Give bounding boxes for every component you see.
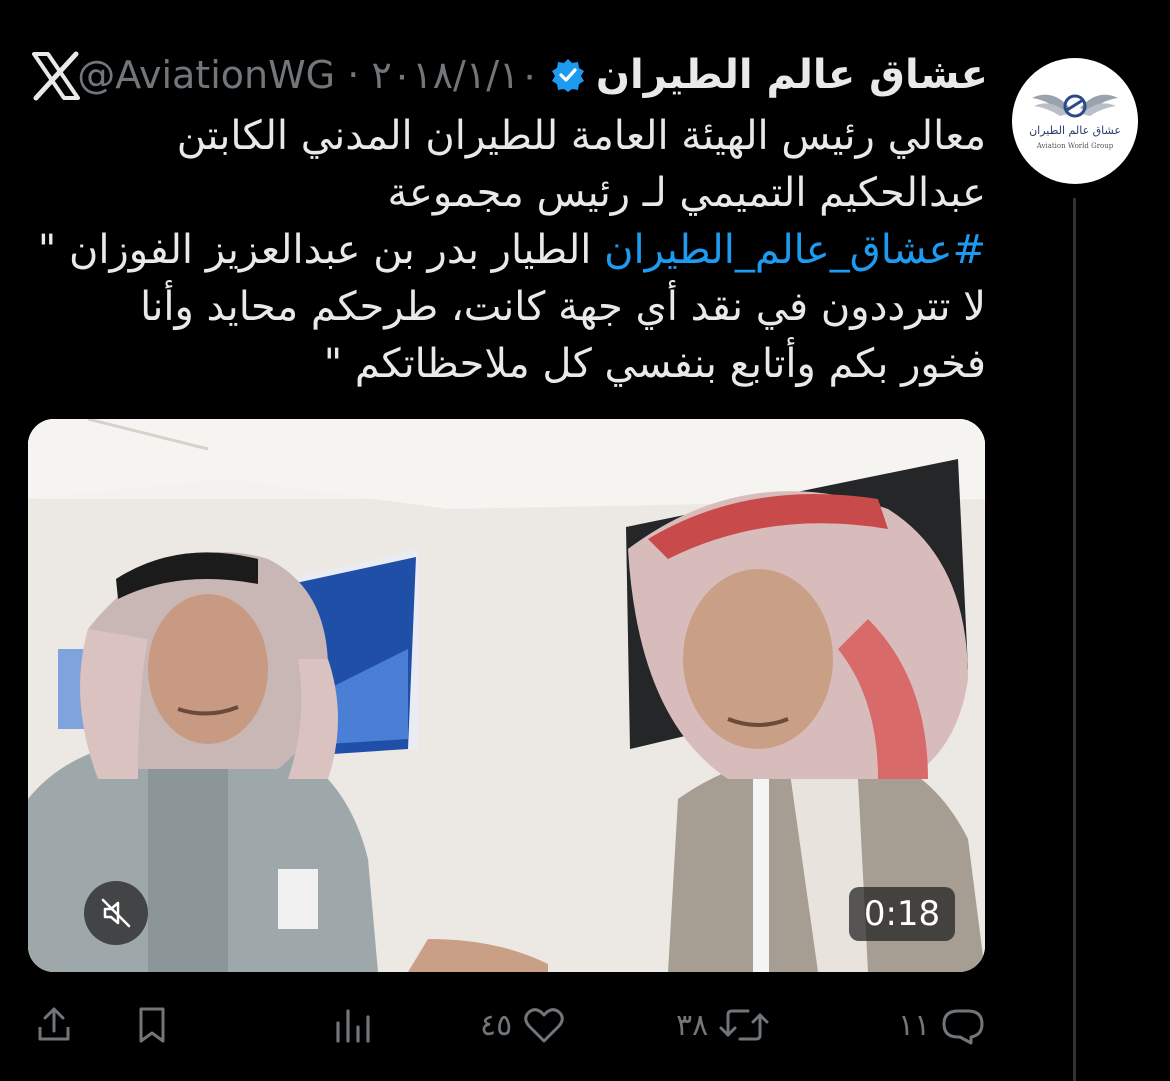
action-bar: ٤٥ ٣٨ ١١ (0, 1000, 1170, 1050)
analytics-icon (336, 1009, 370, 1043)
share-icon (38, 1007, 70, 1041)
tweet-line-rest: الطيار بدر بن عبدالعزيز الفوزان " (37, 227, 605, 273)
retweet-icon (719, 1009, 769, 1041)
thread-line (1073, 198, 1076, 1081)
reply-count: ١١ (898, 1007, 931, 1043)
retweet-button[interactable]: ٣٨ (676, 1000, 770, 1050)
author-name[interactable]: عشاق عالم الطيران (596, 52, 988, 98)
like-icon (524, 1008, 564, 1043)
retweet-count: ٣٨ (676, 1007, 709, 1043)
video-timer: 0:18 (849, 887, 955, 941)
video-player[interactable]: 0:18 (28, 419, 985, 972)
like-button[interactable]: ٤٥ (480, 1000, 566, 1050)
avatar-logo-text: عشاق عالم الطيران (1029, 124, 1121, 137)
handle-date: @AviationWG · ٢٠١٨/١/١٠ (77, 53, 540, 97)
analytics-button[interactable] (332, 1000, 372, 1050)
bookmark-icon (139, 1007, 165, 1043)
avatar-logo: عشاق عالم الطيران Aviation World Group (1029, 94, 1121, 150)
tweet-line: معالي رئيس الهيئة العامة للطيران المدني … (176, 113, 986, 159)
share-button[interactable] (34, 1000, 74, 1050)
tweet-line: لا تترددون في نقد أي جهة كانت، طرحكم محا… (140, 284, 986, 330)
reply-icon (942, 1009, 984, 1045)
verified-badge-icon (550, 57, 586, 93)
mute-icon[interactable] (84, 881, 148, 945)
tweet-header: عشاق عالم الطيران @AviationWG · ٢٠١٨/١/١… (58, 50, 988, 100)
avatar[interactable]: عشاق عالم الطيران Aviation World Group (1012, 58, 1138, 184)
tweet-line: عبدالحكيم التميمي لـ رئيس مجموعة (387, 170, 987, 216)
tweet-line: #عشاق_عالم_الطيران الطيار بدر بن عبدالعز… (38, 222, 986, 279)
avatar-sub-text: Aviation World Group (1036, 142, 1114, 150)
video-frame (28, 419, 985, 972)
tweet-text: معالي رئيس الهيئة العامة للطيران المدني … (38, 108, 987, 393)
reply-button[interactable]: ١١ (898, 1000, 986, 1050)
bookmark-button[interactable] (132, 1000, 172, 1050)
like-count: ٤٥ (480, 1007, 513, 1043)
tweet-line: فخور بكم وأتابع بنفسي كل ملاحظاتكم " (323, 341, 986, 387)
hashtag-link[interactable]: #عشاق_عالم_الطيران (604, 227, 986, 273)
